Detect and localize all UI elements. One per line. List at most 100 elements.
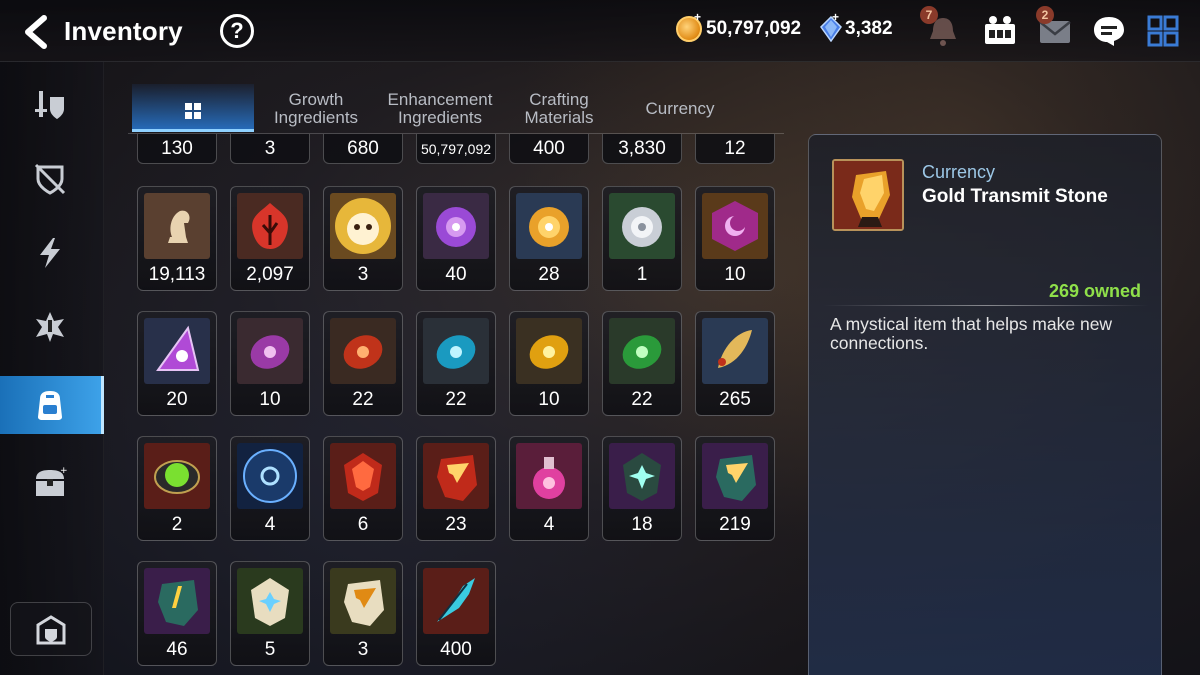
- item-count: 22: [352, 389, 374, 410]
- item-count: 1: [636, 264, 648, 285]
- flame-leaf-icon: [237, 193, 303, 259]
- item-count: 18: [631, 514, 653, 535]
- help-button[interactable]: ?: [220, 14, 254, 48]
- partial-cell[interactable]: 12: [695, 134, 775, 164]
- item-count: 20: [166, 389, 188, 410]
- grid-icon: [185, 103, 201, 119]
- partial-cell[interactable]: 680: [323, 134, 403, 164]
- inventory-item[interactable]: 28: [509, 186, 589, 291]
- item-description: A mystical item that helps make new conn…: [830, 314, 1113, 353]
- item-count: 50,797,092: [420, 141, 492, 157]
- top-bar: Inventory ? + 50,797,092 + 3,382 7 2: [0, 0, 1200, 62]
- backpack-icon: [38, 391, 62, 420]
- partial-cell[interactable]: 130: [137, 134, 217, 164]
- item-count: 40: [445, 264, 467, 285]
- potion-icon: [516, 443, 582, 509]
- inventory-item[interactable]: 46: [137, 561, 217, 666]
- inventory-item[interactable]: 22: [416, 311, 496, 416]
- sidebar-item-chest[interactable]: +: [0, 454, 104, 512]
- page-title: Inventory: [64, 16, 183, 46]
- tab-growth-ingredients[interactable]: Growth Ingredients: [264, 84, 368, 132]
- crystal-feather-icon: [423, 568, 489, 634]
- mail-badge: 2: [1036, 6, 1054, 24]
- silver-flower-icon: [609, 193, 675, 259]
- green-rune-icon: [609, 318, 675, 384]
- item-count: 2,097: [246, 264, 294, 285]
- inventory-item[interactable]: 20: [137, 311, 217, 416]
- inventory-item[interactable]: 10: [695, 186, 775, 291]
- inventory-item[interactable]: 3: [323, 186, 403, 291]
- yellow-rune-icon: [516, 318, 582, 384]
- purple-triangle-rune-icon: [144, 318, 210, 384]
- item-count: 400: [533, 138, 565, 159]
- inventory-item[interactable]: 2,097: [230, 186, 310, 291]
- tab-all[interactable]: [132, 84, 254, 132]
- item-count: 3: [357, 639, 369, 660]
- item-count: 10: [724, 264, 746, 285]
- gold-flower-icon: [516, 193, 582, 259]
- inventory-item[interactable]: 23: [416, 436, 496, 541]
- divider: [823, 305, 1149, 306]
- owned-count: 269 owned: [1048, 281, 1141, 301]
- blue-rune-icon: [423, 318, 489, 384]
- tab-crafting-materials[interactable]: Crafting Materials: [510, 84, 608, 132]
- partial-cell[interactable]: 3,830: [602, 134, 682, 164]
- inventory-item[interactable]: 10: [509, 311, 589, 416]
- partial-cell[interactable]: 400: [509, 134, 589, 164]
- partial-cell[interactable]: 50,797,092: [416, 134, 496, 164]
- sidebar-item-artifact[interactable]: [0, 150, 104, 208]
- party-icon[interactable]: [981, 12, 1019, 50]
- sidebar-item-equipment[interactable]: [0, 76, 104, 134]
- inventory-item[interactable]: 400: [416, 561, 496, 666]
- item-count: 680: [347, 138, 379, 159]
- item-count: 4: [543, 514, 555, 535]
- item-count: 10: [259, 389, 281, 410]
- fish-icon: [702, 318, 768, 384]
- inventory-item[interactable]: 18: [602, 436, 682, 541]
- item-count: 23: [445, 514, 467, 535]
- inventory-item[interactable]: 22: [323, 311, 403, 416]
- inventory-item[interactable]: 4: [509, 436, 589, 541]
- inventory-item[interactable]: 19,113: [137, 186, 217, 291]
- inventory-item[interactable]: 2: [137, 436, 217, 541]
- item-count: 19,113: [148, 264, 206, 285]
- inventory-item[interactable]: 6: [323, 436, 403, 541]
- item-count: 12: [724, 138, 746, 159]
- menu-grid-icon[interactable]: [1144, 12, 1182, 50]
- tab-bar: Growth Ingredients Enhancement Ingredien…: [128, 84, 784, 134]
- inventory-item[interactable]: 10: [230, 311, 310, 416]
- sidebar-item-skill[interactable]: [0, 224, 104, 282]
- crystal-icon: [820, 16, 842, 42]
- inventory-item[interactable]: 22: [602, 311, 682, 416]
- tab-enhancement-ingredients[interactable]: Enhancement Ingredients: [380, 84, 500, 132]
- inventory-item[interactable]: 219: [695, 436, 775, 541]
- inventory-item[interactable]: 5: [230, 561, 310, 666]
- item-name: Gold Transmit Stone: [922, 186, 1108, 207]
- chat-icon[interactable]: [1090, 12, 1128, 50]
- item-count: 22: [631, 389, 653, 410]
- inventory-item[interactable]: 4: [230, 436, 310, 541]
- back-arrow-icon[interactable]: [18, 12, 52, 52]
- storage-button[interactable]: [10, 602, 92, 656]
- sidebar-item-catalyst[interactable]: [0, 298, 104, 356]
- partial-cell[interactable]: 3: [230, 134, 310, 164]
- tab-currency[interactable]: Currency: [622, 84, 738, 132]
- equipment-icon: [35, 91, 64, 119]
- item-count: 3: [264, 138, 276, 159]
- sidebar-item-inventory[interactable]: [0, 376, 104, 434]
- white-transmit-stone-icon: [330, 568, 396, 634]
- gold-transmit-stone-icon: [832, 159, 904, 231]
- blue-sigil-icon: [237, 443, 303, 509]
- inventory-item[interactable]: 1: [602, 186, 682, 291]
- purple-crest-icon: [702, 193, 768, 259]
- inventory-item[interactable]: 40: [416, 186, 496, 291]
- teal-transmit-stone-icon: [702, 443, 768, 509]
- gold-plus-icon[interactable]: +: [694, 10, 701, 24]
- chest-icon: +: [36, 466, 68, 496]
- green-orb-icon: [144, 443, 210, 509]
- gold-amount: 50,797,092: [706, 18, 802, 39]
- inventory-item[interactable]: 265: [695, 311, 775, 416]
- red-rune-icon: [330, 318, 396, 384]
- inventory-item[interactable]: 3: [323, 561, 403, 666]
- crystal-plus-icon[interactable]: +: [832, 10, 839, 24]
